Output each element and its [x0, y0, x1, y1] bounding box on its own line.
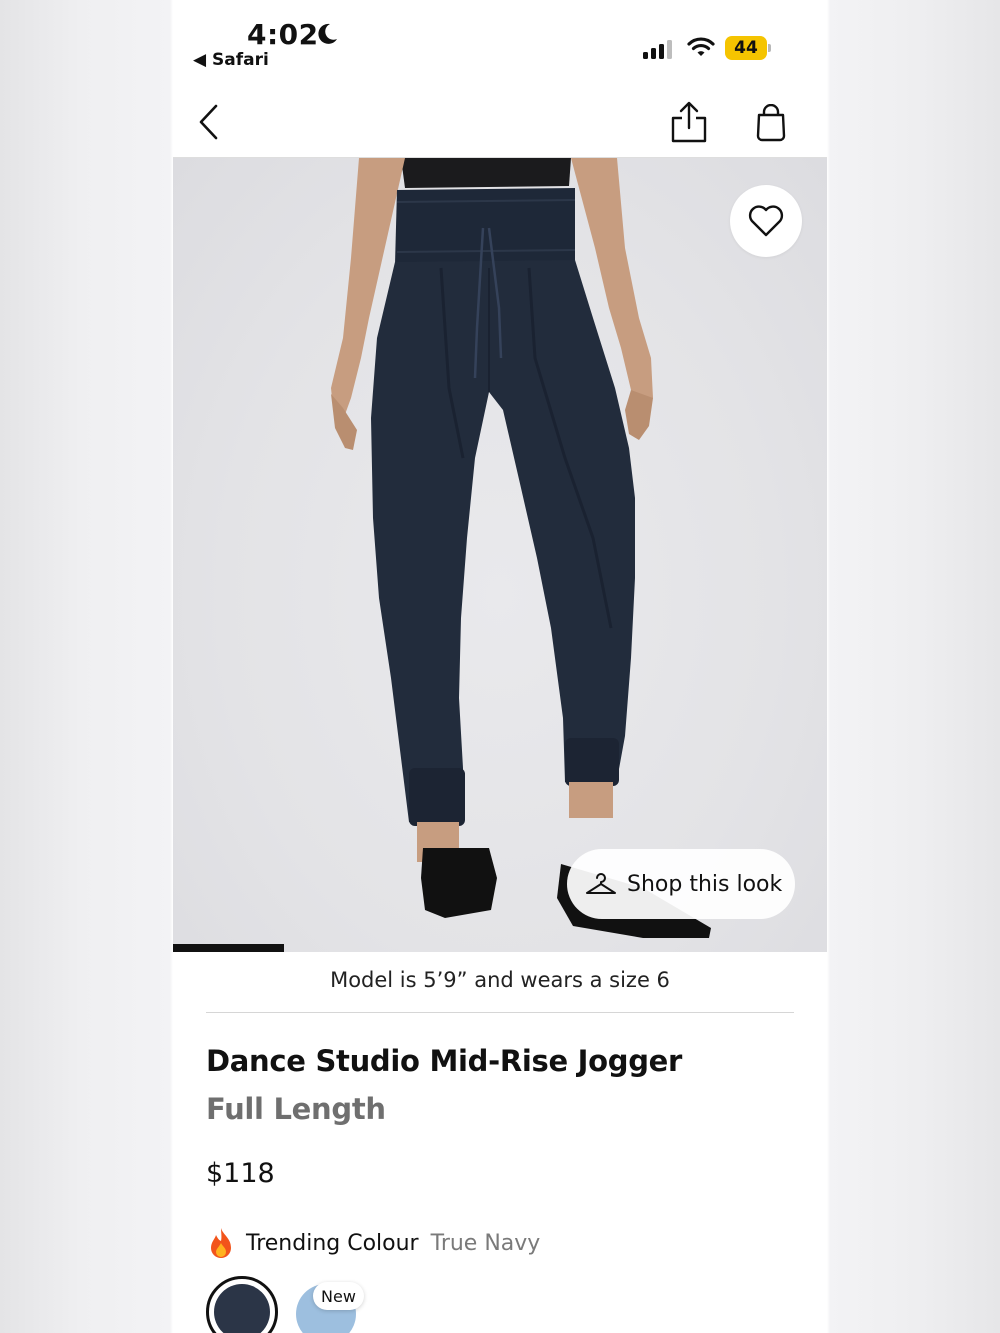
wifi-icon	[687, 37, 715, 56]
hanger-icon	[586, 873, 616, 894]
product-image[interactable]: Shop this look	[173, 158, 827, 952]
shop-this-look-button[interactable]: Shop this look	[567, 849, 795, 919]
moon-icon	[318, 23, 337, 44]
colour-swatch-true-navy[interactable]	[206, 1276, 278, 1333]
product-price: $118	[206, 1158, 275, 1189]
trending-colour-label: Trending Colour	[246, 1230, 419, 1256]
cellular-signal-icon	[643, 40, 672, 59]
carousel-progress-bar	[173, 944, 285, 952]
status-time: 4:02	[247, 18, 319, 51]
product-title: Dance Studio Mid-Rise Jogger	[206, 1044, 683, 1078]
heart-icon	[748, 205, 784, 237]
fire-icon	[211, 1228, 231, 1258]
favorite-button[interactable]	[730, 185, 802, 257]
battery-indicator: 44	[725, 36, 771, 60]
shopping-bag-icon[interactable]	[753, 104, 789, 142]
details-divider	[206, 1012, 794, 1013]
new-badge: New	[313, 1282, 364, 1310]
swatch-fill	[214, 1284, 270, 1333]
phone-screen: 4:02 ◀ Safari 44 Shop this look Model is…	[173, 0, 827, 1333]
battery-cap	[768, 44, 771, 52]
model-size-note: Model is 5’9” and wears a size 6	[330, 968, 670, 992]
product-subtitle: Full Length	[206, 1092, 386, 1126]
trending-colour-row: Trending Colour True Navy	[206, 1225, 540, 1261]
battery-level: 44	[725, 36, 767, 60]
share-icon[interactable]	[669, 100, 709, 144]
shop-this-look-label: Shop this look	[627, 871, 783, 897]
model-photo	[331, 158, 711, 938]
back-to-safari-link[interactable]: ◀ Safari	[193, 50, 269, 70]
trending-colour-value: True Navy	[430, 1230, 541, 1256]
chevron-left-icon[interactable]	[195, 102, 225, 142]
